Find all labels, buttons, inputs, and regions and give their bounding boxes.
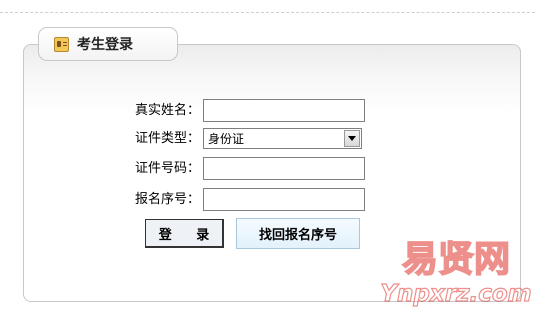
id-type-select[interactable]: 身份证 bbox=[203, 128, 362, 149]
recover-reg-number-button[interactable]: 找回报名序号 bbox=[236, 218, 360, 249]
id-type-label: 证件类型： bbox=[134, 131, 200, 146]
panel-title-tab: 考生登录 bbox=[38, 27, 178, 61]
top-dashed-divider bbox=[0, 12, 535, 13]
id-type-selected-value: 身份证 bbox=[208, 132, 245, 146]
panel-title: 考生登录 bbox=[77, 37, 133, 53]
id-number-label: 证件号码： bbox=[134, 161, 200, 176]
id-number-input[interactable] bbox=[203, 157, 365, 180]
login-button[interactable]: 登 录 bbox=[145, 219, 224, 248]
id-card-icon bbox=[54, 36, 69, 52]
real-name-input[interactable] bbox=[203, 99, 365, 122]
dropdown-arrow-icon[interactable] bbox=[344, 130, 360, 147]
real-name-label: 真实姓名： bbox=[134, 103, 200, 118]
reg-number-input[interactable] bbox=[203, 188, 365, 211]
reg-number-label: 报名序号： bbox=[134, 192, 200, 207]
